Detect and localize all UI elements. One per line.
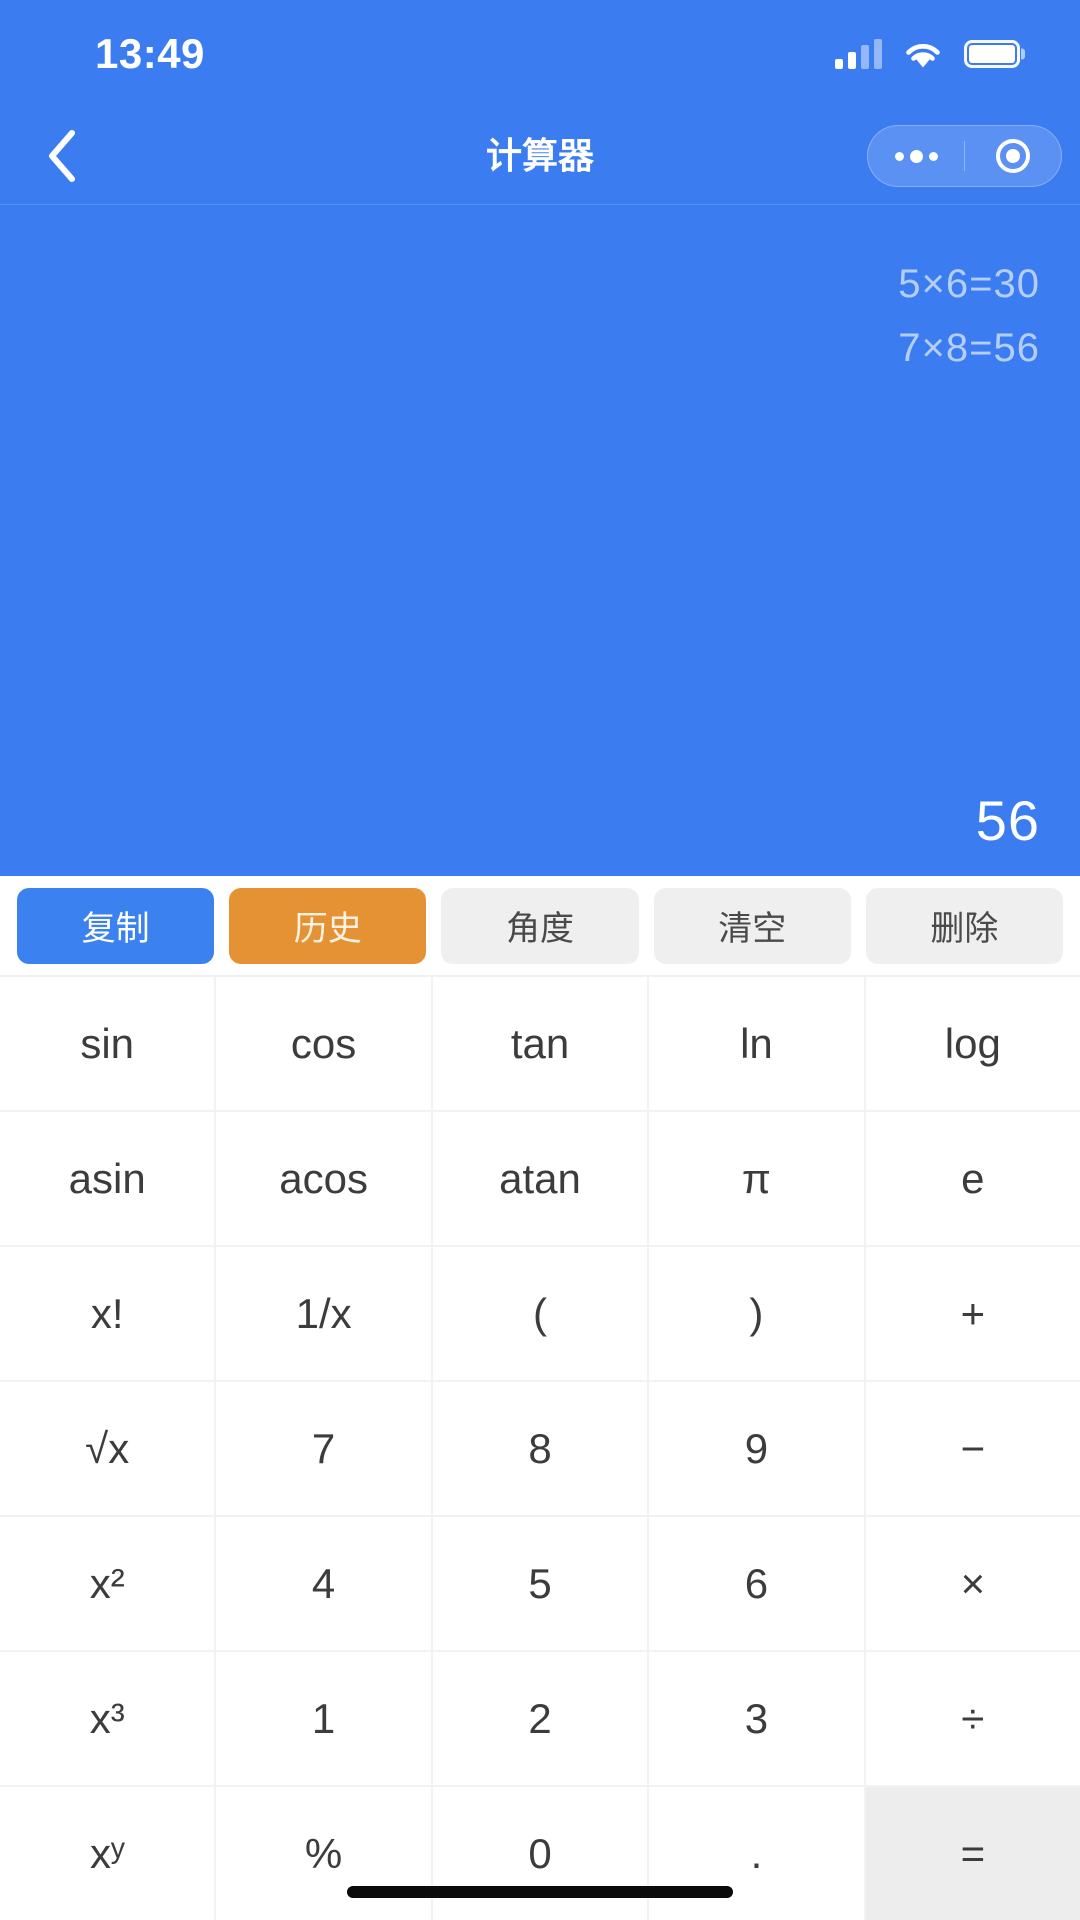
keypad-row: x³ 1 2 3 ÷	[0, 1652, 1080, 1787]
key-acos[interactable]: acos	[216, 1112, 433, 1245]
keypad-row: √x 7 8 9 −	[0, 1382, 1080, 1517]
history-button[interactable]: 历史	[229, 887, 427, 964]
keypad-row: x! 1/x ( ) +	[0, 1247, 1080, 1382]
history-list: 5×6=30 7×8=56	[40, 255, 1040, 383]
keypad-row: xʸ % 0 . =	[0, 1787, 1080, 1920]
capsule-menu-button[interactable]	[868, 126, 964, 186]
key-6[interactable]: 6	[649, 1517, 866, 1650]
capsule-close-button[interactable]	[965, 126, 1061, 186]
keypad-row: x² 4 5 6 ×	[0, 1517, 1080, 1652]
key-cos[interactable]: cos	[216, 977, 433, 1110]
keypad-row: sin cos tan ln log	[0, 977, 1080, 1112]
more-dots-icon	[894, 149, 938, 163]
key-multiply[interactable]: ×	[865, 1517, 1080, 1650]
key-minus[interactable]: −	[865, 1382, 1080, 1515]
key-divide[interactable]: ÷	[865, 1652, 1080, 1785]
key-5[interactable]: 5	[432, 1517, 650, 1650]
key-sqrt[interactable]: √x	[0, 1382, 217, 1515]
status-bar: 13:49	[0, 0, 1080, 108]
key-ln[interactable]: ln	[649, 977, 866, 1110]
battery-icon	[964, 40, 1020, 68]
copy-button[interactable]: 复制	[17, 887, 215, 964]
key-square[interactable]: x²	[0, 1517, 217, 1650]
key-7[interactable]: 7	[216, 1382, 433, 1515]
angle-mode-button[interactable]: 角度	[441, 887, 639, 964]
key-asin[interactable]: asin	[0, 1112, 217, 1245]
key-tan[interactable]: tan	[432, 977, 650, 1110]
key-equals[interactable]: =	[865, 1787, 1080, 1920]
key-percent[interactable]: %	[216, 1787, 433, 1920]
action-toolbar: 复制 历史 角度 清空 删除	[0, 876, 1080, 975]
key-4[interactable]: 4	[216, 1517, 433, 1650]
key-paren-close[interactable]: )	[649, 1247, 866, 1380]
miniprogram-capsule	[867, 125, 1062, 187]
delete-button[interactable]: 删除	[865, 887, 1064, 964]
key-9[interactable]: 9	[649, 1382, 866, 1515]
keypad: sin cos tan ln log asin acos atan π e x!…	[0, 975, 1080, 1920]
key-3[interactable]: 3	[649, 1652, 866, 1785]
wifi-icon	[906, 44, 940, 68]
calculator-app: 13:49 计算器 5×6=30 7×8=56 56 复制 历史 角度 清空 删…	[0, 0, 1080, 1920]
key-2[interactable]: 2	[432, 1652, 650, 1785]
cellular-signal-icon	[835, 39, 882, 69]
key-atan[interactable]: atan	[432, 1112, 650, 1245]
status-icons	[835, 38, 1020, 70]
key-plus[interactable]: +	[865, 1247, 1080, 1380]
key-log[interactable]: log	[865, 977, 1080, 1110]
key-8[interactable]: 8	[432, 1382, 650, 1515]
key-factorial[interactable]: x!	[0, 1247, 217, 1380]
key-power[interactable]: xʸ	[0, 1787, 217, 1920]
key-decimal[interactable]: .	[649, 1787, 866, 1920]
key-pi[interactable]: π	[649, 1112, 866, 1245]
calculator-display: 5×6=30 7×8=56 56	[0, 205, 1080, 876]
clear-button[interactable]: 清空	[653, 887, 851, 964]
target-circle-icon	[996, 139, 1030, 173]
key-0[interactable]: 0	[432, 1787, 650, 1920]
status-time: 13:49	[95, 30, 205, 77]
display-spacer	[40, 383, 1040, 790]
key-e[interactable]: e	[865, 1112, 1080, 1245]
keypad-row: asin acos atan π e	[0, 1112, 1080, 1247]
nav-bar: 计算器	[0, 108, 1080, 205]
key-reciprocal[interactable]: 1/x	[216, 1247, 433, 1380]
key-cube[interactable]: x³	[0, 1652, 217, 1785]
key-sin[interactable]: sin	[0, 977, 217, 1110]
history-item: 5×6=30	[898, 262, 1040, 306]
home-indicator-bar	[347, 1886, 733, 1898]
key-1[interactable]: 1	[216, 1652, 433, 1785]
history-item: 7×8=56	[898, 326, 1040, 370]
key-paren-open[interactable]: (	[432, 1247, 650, 1380]
result-value: 56	[975, 789, 1040, 853]
